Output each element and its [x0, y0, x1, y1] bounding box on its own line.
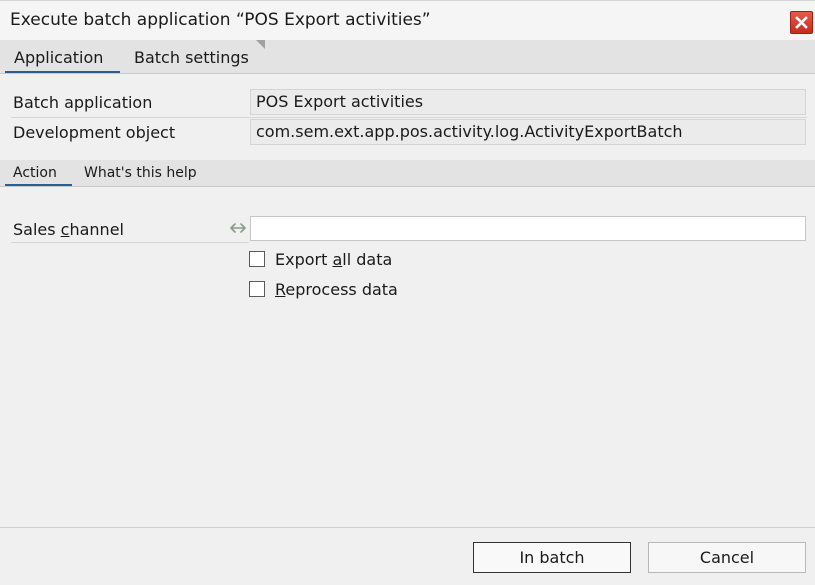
title-bar: Execute batch application “POS Export ac…	[0, 0, 815, 40]
sales-channel-input[interactable]	[250, 216, 806, 241]
export-all-data-option[interactable]: Export all data	[249, 248, 392, 270]
batch-dialog: Execute batch application “POS Export ac…	[0, 0, 815, 585]
swap-arrows-icon[interactable]	[229, 221, 247, 235]
in-batch-button[interactable]: In batch	[473, 542, 631, 573]
dialog-title: Execute batch application “POS Export ac…	[10, 10, 431, 30]
tab-corner-marker	[256, 40, 265, 49]
batch-application-label: Batch application	[13, 93, 153, 112]
sales-channel-row: Sales channel	[0, 215, 815, 243]
close-button[interactable]	[790, 11, 813, 34]
development-object-label: Development object	[13, 123, 176, 142]
export-all-data-label: Export all data	[275, 249, 393, 269]
subtab-action[interactable]: Action	[5, 160, 72, 186]
cancel-button[interactable]: Cancel	[648, 542, 806, 573]
row-divider	[11, 117, 807, 118]
close-icon	[795, 16, 808, 29]
batch-application-row: Batch application POS Export activities	[0, 89, 815, 119]
reprocess-data-option[interactable]: Reprocess data	[249, 278, 398, 300]
tab-batch-settings[interactable]: Batch settings	[124, 40, 253, 73]
footer-divider	[0, 527, 815, 528]
development-object-value: com.sem.ext.app.pos.activity.log.Activit…	[250, 119, 806, 145]
sales-channel-underline	[11, 242, 249, 243]
sales-channel-label: Sales channel	[13, 220, 124, 239]
reprocess-data-label: Reprocess data	[275, 279, 398, 299]
subtab-whats-this-help[interactable]: What's this help	[84, 160, 197, 186]
main-tabbar: Application Batch settings	[0, 40, 815, 74]
reprocess-data-checkbox[interactable]	[249, 281, 265, 297]
sub-tabbar: Action What's this help	[0, 160, 815, 187]
development-object-row: Development object com.sem.ext.app.pos.a…	[0, 119, 815, 149]
tab-application[interactable]: Application	[5, 40, 120, 73]
batch-application-value: POS Export activities	[250, 89, 806, 115]
export-all-data-checkbox[interactable]	[249, 251, 265, 267]
